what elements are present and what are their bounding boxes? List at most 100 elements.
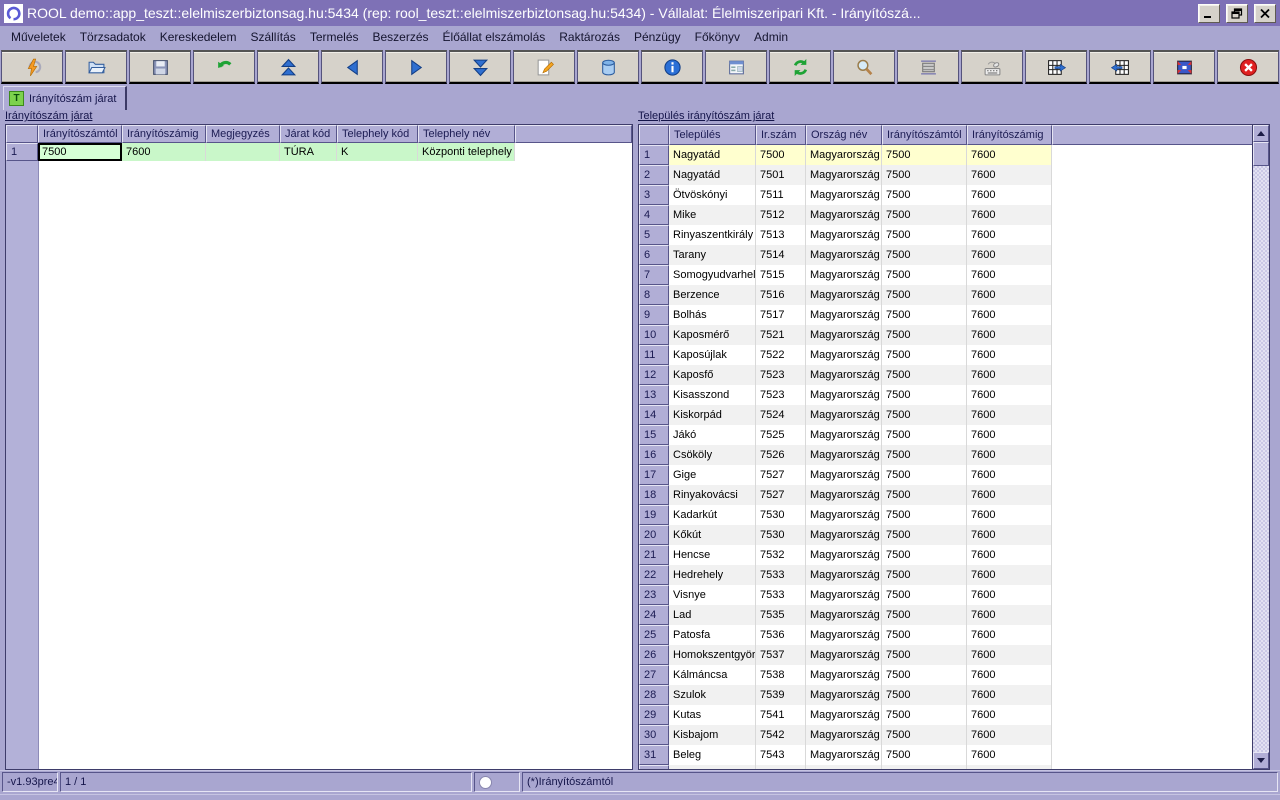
row-number-button[interactable]: 22 <box>639 565 669 585</box>
cell[interactable]: 7600 <box>967 625 1052 645</box>
row-number-button[interactable]: 6 <box>639 245 669 265</box>
cell[interactable]: 7541 <box>756 705 806 725</box>
cell[interactable]: 7500 <box>882 245 967 265</box>
cell[interactable]: Magyarország <box>806 305 882 325</box>
cell[interactable]: 7500 <box>882 265 967 285</box>
cell[interactable]: 7527 <box>756 485 806 505</box>
restore-button[interactable] <box>1226 3 1248 23</box>
cell[interactable]: Magyarország <box>806 465 882 485</box>
cell[interactable]: 7500 <box>882 225 967 245</box>
table-row[interactable]: 26Homokszentgyörgy7537Magyarország750076… <box>639 645 1269 665</box>
cell[interactable]: Hedrehely <box>669 565 756 585</box>
cell[interactable]: Magyarország <box>806 385 882 405</box>
cell[interactable]: Hencse <box>669 545 756 565</box>
cell[interactable]: Magyarország <box>806 345 882 365</box>
row-number-button[interactable]: 2 <box>639 165 669 185</box>
row-number-button[interactable]: 30 <box>639 725 669 745</box>
cell[interactable]: 7517 <box>756 305 806 325</box>
cell[interactable]: Magyarország <box>806 185 882 205</box>
cell[interactable]: 7526 <box>756 445 806 465</box>
column-header-iranyitoszamig[interactable]: Irányítószámig <box>122 125 206 143</box>
cell[interactable]: 7530 <box>756 525 806 545</box>
toolbar-last-button[interactable] <box>449 50 511 84</box>
cell[interactable]: Magyarország <box>806 725 882 745</box>
minimize-button[interactable] <box>1198 3 1220 23</box>
cell[interactable]: Magyarország <box>806 745 882 765</box>
cell[interactable]: 7532 <box>756 545 806 565</box>
cell[interactable]: Magyarország <box>806 425 882 445</box>
cell[interactable]: 7600 <box>967 545 1052 565</box>
cell[interactable]: Magyarország <box>806 705 882 725</box>
row-number-button[interactable]: 14 <box>639 405 669 425</box>
toolbar-next-button[interactable] <box>385 50 447 84</box>
toolbar-database-button[interactable] <box>577 50 639 84</box>
cell[interactable]: 7500 <box>882 425 967 445</box>
cell[interactable]: 7500 <box>756 145 806 165</box>
table-row[interactable]: 19 Kadarkút 7530 Magyarország 7500 7600 <box>639 505 1269 525</box>
cell[interactable]: Magyarország <box>806 265 882 285</box>
cell[interactable]: 7600 <box>967 685 1052 705</box>
cell[interactable]: 7600 <box>967 185 1052 205</box>
cell[interactable]: 7600 <box>967 365 1052 385</box>
cell[interactable]: 7543 <box>756 745 806 765</box>
cell[interactable]: 7512 <box>756 205 806 225</box>
cell[interactable]: 7500 <box>882 725 967 745</box>
row-number-button[interactable]: 4 <box>639 205 669 225</box>
cell[interactable]: 7542 <box>756 725 806 745</box>
row-number-button[interactable]: 13 <box>639 385 669 405</box>
cell[interactable]: 7600 <box>967 345 1052 365</box>
cell[interactable]: Központi telephely <box>418 143 515 161</box>
table-row[interactable]: 29 Kutas 7541 Magyarország 7500 7600 <box>639 705 1269 725</box>
menu-torzsadatok[interactable]: Törzsadatok <box>73 27 153 47</box>
table-row[interactable]: 9 Bolhás 7517 Magyarország 7500 7600 <box>639 305 1269 325</box>
table-row[interactable]: 31 Beleg 7543 Magyarország 7500 7600 <box>639 745 1269 765</box>
cell[interactable]: Bolhás <box>669 305 756 325</box>
row-number-button[interactable]: 3 <box>639 185 669 205</box>
cell[interactable]: 7600 <box>967 525 1052 545</box>
row-number-button[interactable]: 17 <box>639 465 669 485</box>
toolbar-prev-button[interactable] <box>321 50 383 84</box>
cell[interactable]: 7516 <box>756 285 806 305</box>
toolbar-first-button[interactable] <box>257 50 319 84</box>
column-header-jarat-kod[interactable]: Járat kód <box>280 125 337 143</box>
cell[interactable]: 7501 <box>756 165 806 185</box>
cell[interactable]: Magyarország <box>806 505 882 525</box>
cell[interactable]: Magyarország <box>806 525 882 545</box>
table-row[interactable]: 15 Jákó 7525 Magyarország 7500 7600 <box>639 425 1269 445</box>
column-header-telephely-nev[interactable]: Telephely név <box>418 125 515 143</box>
scroll-down-button[interactable] <box>1253 752 1269 769</box>
row-number-button[interactable]: 5 <box>639 225 669 245</box>
cell[interactable]: Kadarkút <box>669 505 756 525</box>
table-row[interactable]: 32Szabás7544Magyarország75007600 <box>639 765 1269 769</box>
column-header-iranyitoszamtol[interactable]: Irányítószámtól <box>882 125 967 145</box>
menu-fokonyv[interactable]: Főkönyv <box>688 27 747 47</box>
cell[interactable]: 7600 <box>122 143 206 161</box>
cell[interactable]: 7533 <box>756 565 806 585</box>
menu-penzugy[interactable]: Pénzügy <box>627 27 688 47</box>
table-row[interactable]: 1 7500 7600 TÚRA K Központi telephely <box>6 143 632 161</box>
cell[interactable]: 7539 <box>756 685 806 705</box>
cell[interactable]: 7500 <box>882 645 967 665</box>
row-number-button[interactable]: 9 <box>639 305 669 325</box>
row-number-button[interactable]: 23 <box>639 585 669 605</box>
cell[interactable]: 7500 <box>882 505 967 525</box>
toolbar-info-button[interactable] <box>641 50 703 84</box>
table-row[interactable]: 21 Hencse 7532 Magyarország 7500 7600 <box>639 545 1269 565</box>
scroll-track[interactable] <box>1253 166 1269 752</box>
cell[interactable]: 7600 <box>967 485 1052 505</box>
toolbar-table-import-button[interactable] <box>1089 50 1151 84</box>
row-number-button[interactable]: 31 <box>639 745 669 765</box>
row-number-button[interactable]: 16 <box>639 445 669 465</box>
cell[interactable]: 7600 <box>967 425 1052 445</box>
cell[interactable]: Kaposmérő <box>669 325 756 345</box>
cell[interactable]: 7500 <box>882 345 967 365</box>
cell[interactable]: 7533 <box>756 585 806 605</box>
cell[interactable]: Kőkút <box>669 525 756 545</box>
row-number-button[interactable]: 1 <box>6 143 38 161</box>
row-number-button[interactable]: 15 <box>639 425 669 445</box>
column-header-telepules[interactable]: Település <box>669 125 756 145</box>
cell[interactable]: 7537 <box>756 645 806 665</box>
cell[interactable]: 7600 <box>967 165 1052 185</box>
cell[interactable]: Nagyatád <box>669 165 756 185</box>
cell[interactable]: 7600 <box>967 725 1052 745</box>
